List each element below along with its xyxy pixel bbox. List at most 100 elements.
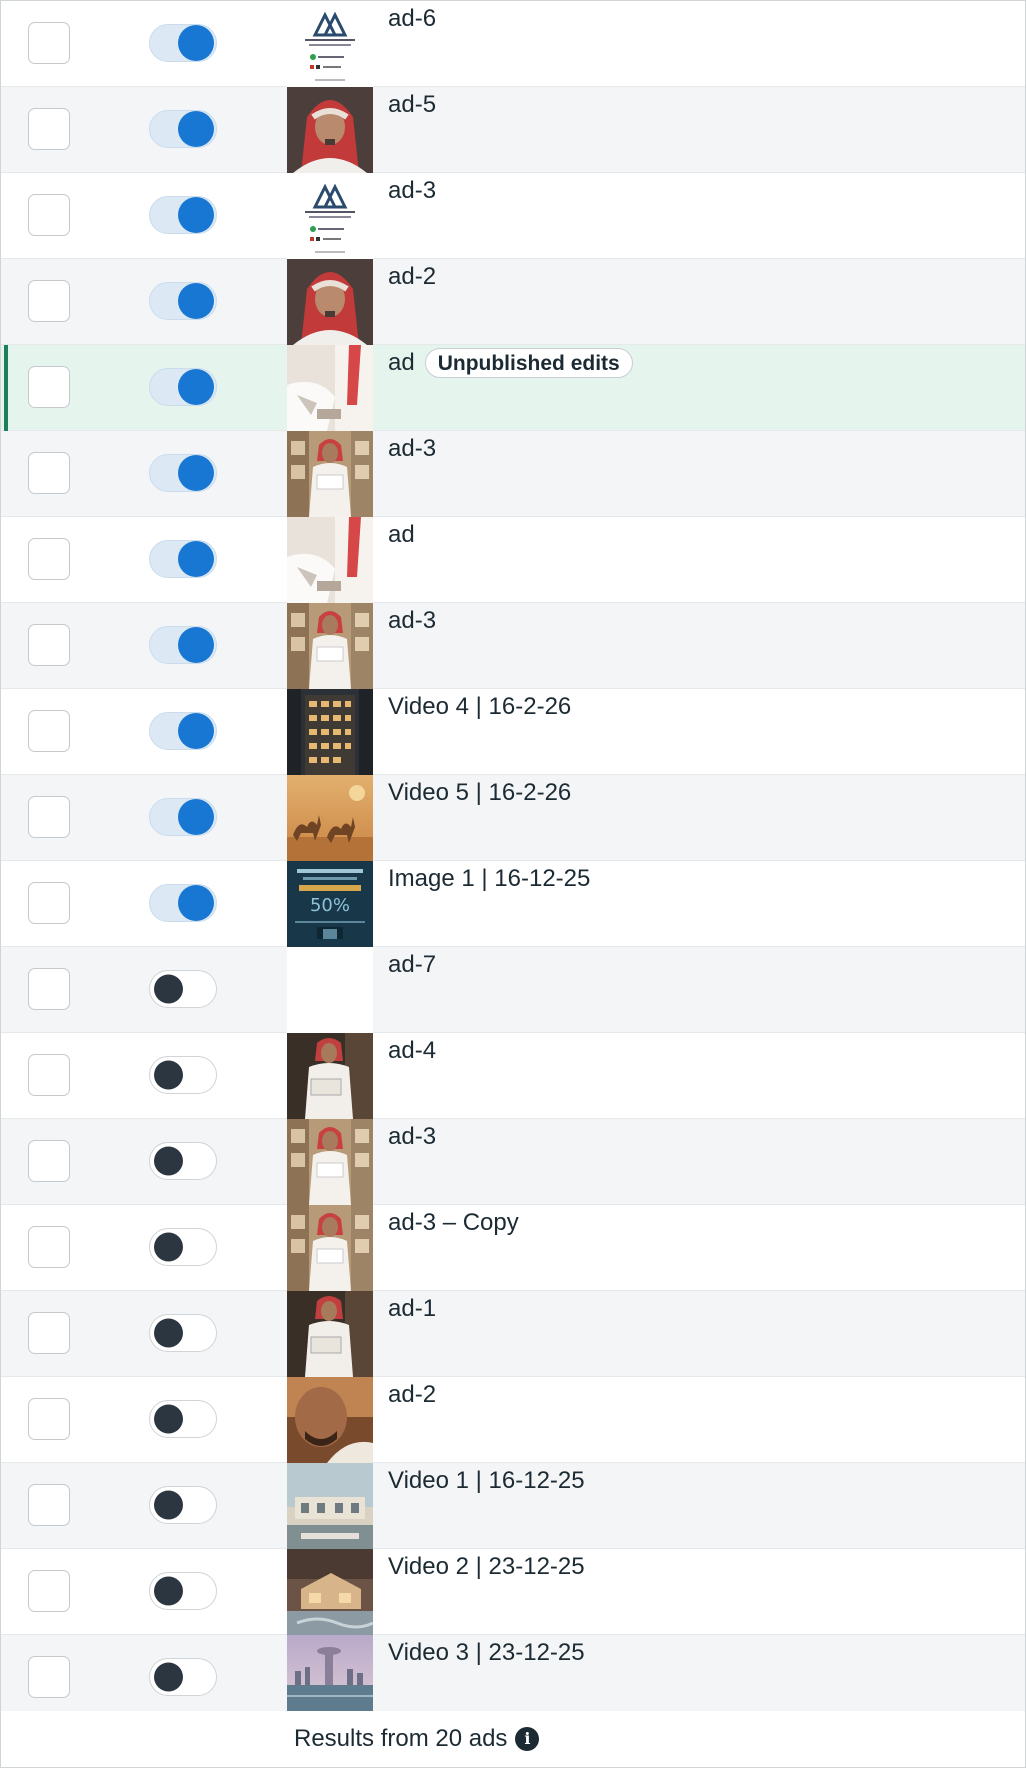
ad-name[interactable]: Video 1 | 16-12-25 [388,1466,585,1496]
ad-row[interactable]: ad-4 [1,1033,1025,1119]
row-select-checkbox[interactable] [28,1312,70,1354]
ad-row[interactable]: Video 2 | 23-12-25 [1,1549,1025,1635]
ad-thumbnail[interactable] [287,1033,373,1119]
ad-row[interactable]: ad-1 [1,1291,1025,1377]
ad-row[interactable]: Video 4 | 16-2-26 [1,689,1025,775]
ad-thumbnail[interactable] [287,947,373,1033]
info-icon[interactable]: i [515,1727,540,1751]
ad-name-cell[interactable]: ad [388,520,415,550]
ad-status-toggle[interactable] [149,1400,217,1438]
ad-name[interactable]: ad [388,520,415,550]
row-select-checkbox[interactable] [28,452,70,494]
ad-thumbnail[interactable] [287,87,373,173]
row-select-checkbox[interactable] [28,1656,70,1698]
ad-name-cell[interactable]: ad-1 [388,1294,436,1324]
ad-name[interactable]: ad-2 [388,1380,436,1410]
ad-name[interactable]: ad-2 [388,262,436,292]
ad-thumbnail[interactable] [287,1635,373,1721]
ad-status-toggle[interactable] [149,368,217,406]
ad-status-toggle[interactable] [149,24,217,62]
ad-thumbnail[interactable] [287,259,373,345]
ad-name[interactable]: ad [388,348,415,378]
ad-row[interactable]: ad-3 [1,603,1025,689]
ad-status-toggle[interactable] [149,970,217,1008]
ad-row[interactable]: ad-3 – Copy [1,1205,1025,1291]
ad-thumbnail[interactable] [287,1549,373,1635]
row-select-checkbox[interactable] [28,366,70,408]
ad-name-cell[interactable]: ad-3 [388,1122,436,1152]
ad-status-toggle[interactable] [149,454,217,492]
row-select-checkbox[interactable] [28,1140,70,1182]
row-select-checkbox[interactable] [28,882,70,924]
ad-thumbnail[interactable] [287,689,373,775]
ad-name-cell[interactable]: ad-4 [388,1036,436,1066]
ad-status-toggle[interactable] [149,1486,217,1524]
ad-name-cell[interactable]: ad-3 [388,606,436,636]
ad-name[interactable]: Video 5 | 16-2-26 [388,778,571,808]
ad-status-toggle[interactable] [149,110,217,148]
ad-row[interactable]: ad-7 [1,947,1025,1033]
ad-row[interactable]: ad Unpublished edits [1,345,1025,431]
ad-name-cell[interactable]: ad-3 – Copy [388,1208,519,1238]
row-select-checkbox[interactable] [28,796,70,838]
ad-status-toggle[interactable] [149,1228,217,1266]
ad-thumbnail[interactable] [287,775,373,861]
ad-thumbnail[interactable] [287,1377,373,1463]
ad-row[interactable]: Video 1 | 16-12-25 [1,1463,1025,1549]
ad-name[interactable]: ad-3 – Copy [388,1208,519,1238]
ad-name[interactable]: Video 4 | 16-2-26 [388,692,571,722]
ad-thumbnail[interactable] [287,1205,373,1291]
ad-name[interactable]: ad-1 [388,1294,436,1324]
ad-status-toggle[interactable] [149,626,217,664]
ad-name-cell[interactable]: ad-2 [388,262,436,292]
row-select-checkbox[interactable] [28,280,70,322]
ad-name-cell[interactable]: ad-6 [388,4,436,34]
ad-row[interactable]: ad-2 [1,259,1025,345]
row-select-checkbox[interactable] [28,968,70,1010]
ad-name[interactable]: ad-7 [388,950,436,980]
ad-name[interactable]: ad-5 [388,90,436,120]
ad-status-toggle[interactable] [149,712,217,750]
ad-name[interactable]: ad-6 [388,4,436,34]
ad-row[interactable]: ad-3 [1,173,1025,259]
ad-name[interactable]: ad-3 [388,176,436,206]
ad-name[interactable]: Image 1 | 16-12-25 [388,864,590,894]
ad-row[interactable]: ad [1,517,1025,603]
ad-thumbnail[interactable] [287,1,373,87]
ad-status-toggle[interactable] [149,1142,217,1180]
ad-status-toggle[interactable] [149,1572,217,1610]
row-select-checkbox[interactable] [28,22,70,64]
row-select-checkbox[interactable] [28,108,70,150]
row-select-checkbox[interactable] [28,1398,70,1440]
ad-name-cell[interactable]: Image 1 | 16-12-25 [388,864,590,894]
ad-thumbnail[interactable] [287,1291,373,1377]
ad-thumbnail[interactable]: 50% [287,861,373,947]
row-select-checkbox[interactable] [28,538,70,580]
ad-row[interactable]: ad-3 [1,1119,1025,1205]
ad-thumbnail[interactable] [287,345,373,431]
ad-name-cell[interactable]: ad Unpublished edits [388,348,633,378]
row-select-checkbox[interactable] [28,1570,70,1612]
ad-name-cell[interactable]: Video 5 | 16-2-26 [388,778,571,808]
ad-thumbnail[interactable] [287,1463,373,1549]
ad-name[interactable]: ad-3 [388,606,436,636]
ad-name[interactable]: Video 2 | 23-12-25 [388,1552,585,1582]
ad-status-toggle[interactable] [149,1314,217,1352]
ad-status-toggle[interactable] [149,798,217,836]
ad-row[interactable]: 50% Image 1 | 16-12-25 [1,861,1025,947]
row-select-checkbox[interactable] [28,1484,70,1526]
ad-row[interactable]: ad-5 [1,87,1025,173]
ad-thumbnail[interactable] [287,517,373,603]
ad-name-cell[interactable]: Video 4 | 16-2-26 [388,692,571,722]
ad-name-cell[interactable]: ad-5 [388,90,436,120]
ad-thumbnail[interactable] [287,431,373,517]
ad-row[interactable]: ad-6 [1,1,1025,87]
ad-row[interactable]: Video 3 | 23-12-25 [1,1635,1025,1721]
ad-thumbnail[interactable] [287,173,373,259]
row-select-checkbox[interactable] [28,194,70,236]
ad-name[interactable]: ad-4 [388,1036,436,1066]
row-select-checkbox[interactable] [28,624,70,666]
ad-status-toggle[interactable] [149,196,217,234]
ad-name-cell[interactable]: Video 3 | 23-12-25 [388,1638,585,1668]
ad-status-toggle[interactable] [149,540,217,578]
